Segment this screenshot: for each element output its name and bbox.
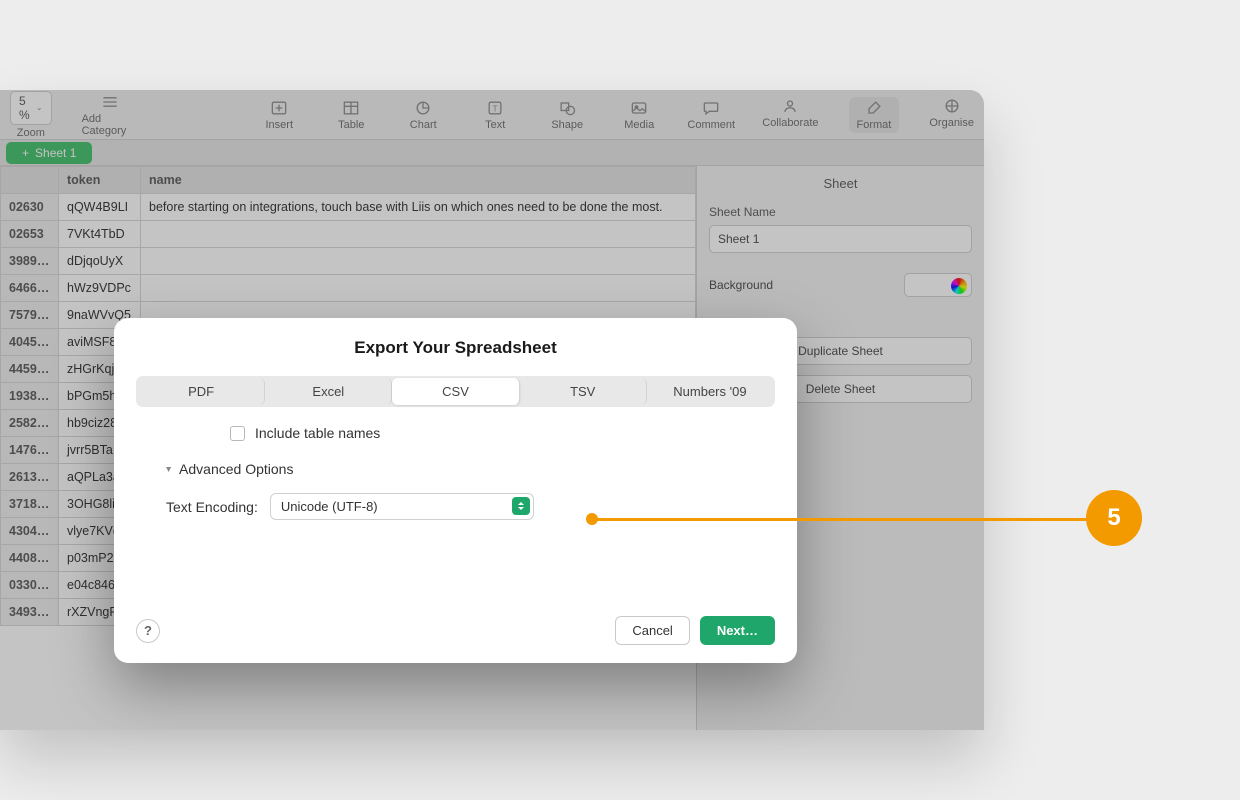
cell-name[interactable]	[141, 275, 696, 302]
callout-connector	[590, 518, 1092, 521]
sheet-tabbar: Sheet 1	[0, 140, 984, 166]
chevron-down-icon: ▸	[163, 466, 174, 471]
export-dialog: Export Your Spreadsheet PDFExcelCSVTSVNu…	[114, 318, 797, 663]
svg-text:T: T	[493, 103, 498, 113]
text-encoding-label: Text Encoding:	[166, 499, 258, 515]
cell-id[interactable]: 02653	[1, 221, 59, 248]
cell-id[interactable]: 440803	[1, 545, 59, 572]
dialog-title: Export Your Spreadsheet	[136, 338, 775, 358]
text-encoding-select[interactable]: Unicode (UTF-8)	[270, 493, 534, 520]
tb-table[interactable]: Table	[330, 99, 372, 131]
background-label: Background	[709, 278, 773, 292]
callout-anchor-dot	[586, 513, 598, 525]
zoom-control[interactable]: 5 % ⌄ Zoom	[10, 91, 52, 139]
cell-name[interactable]	[141, 248, 696, 275]
org-icon	[942, 97, 962, 115]
format-tab-excel[interactable]: Excel	[265, 378, 392, 405]
cell-name[interactable]	[141, 221, 696, 248]
media-icon	[629, 99, 649, 117]
tb-organise[interactable]: Organise	[929, 97, 974, 133]
tb-chart[interactable]: Chart	[402, 99, 444, 131]
person-icon	[780, 97, 800, 115]
cell-id[interactable]: 646669	[1, 275, 59, 302]
cell-id[interactable]: 349354	[1, 599, 59, 626]
next-button[interactable]: Next…	[700, 616, 775, 645]
background-color-well[interactable]	[904, 273, 972, 297]
include-table-names-label: Include table names	[255, 425, 380, 441]
cell-id[interactable]: 258211	[1, 410, 59, 437]
cell-id[interactable]: 193863	[1, 383, 59, 410]
cancel-button[interactable]: Cancel	[615, 616, 689, 645]
cell-id[interactable]: 398978	[1, 248, 59, 275]
zoom-label: Zoom	[17, 127, 45, 139]
cell-name[interactable]: before starting on integrations, touch b…	[141, 194, 696, 221]
advanced-options-disclosure[interactable]: ▸ Advanced Options	[166, 461, 719, 477]
table-row[interactable]: 026537VKt4TbD	[1, 221, 696, 248]
tb-text[interactable]: T Text	[474, 99, 516, 131]
cell-token[interactable]: hWz9VDPc	[59, 275, 141, 302]
tb-shape[interactable]: Shape	[546, 99, 588, 131]
tb-comment[interactable]: Comment	[690, 99, 732, 131]
cell-id[interactable]: 033042	[1, 572, 59, 599]
cell-id[interactable]: 404578	[1, 329, 59, 356]
table-icon	[341, 99, 361, 117]
brush-icon	[864, 99, 884, 117]
col-header-name[interactable]: name	[141, 167, 696, 194]
inspector-title: Sheet	[709, 176, 972, 191]
pie-icon	[413, 99, 433, 117]
include-table-names-checkbox[interactable]	[230, 426, 245, 441]
callout-badge: 5	[1086, 490, 1142, 546]
comment-icon	[701, 99, 721, 117]
select-stepper-icon	[512, 497, 530, 515]
list-icon	[100, 93, 120, 111]
table-row[interactable]: 646669hWz9VDPc	[1, 275, 696, 302]
format-tab-pdf[interactable]: PDF	[138, 378, 265, 405]
table-row[interactable]: 02630qQW4B9LIbefore starting on integrat…	[1, 194, 696, 221]
cell-id[interactable]: 371843	[1, 491, 59, 518]
cell-token[interactable]: 7VKt4TbD	[59, 221, 141, 248]
help-button[interactable]: ?	[136, 619, 160, 643]
format-tab-tsv[interactable]: TSV	[520, 378, 647, 405]
col-header-blank[interactable]	[1, 167, 59, 194]
col-header-token[interactable]: token	[59, 167, 141, 194]
format-tab-csv[interactable]: CSV	[392, 378, 519, 405]
cell-id[interactable]: 261352	[1, 464, 59, 491]
shape-icon	[557, 99, 577, 117]
cell-id[interactable]: 445943	[1, 356, 59, 383]
cell-token[interactable]: dDjqoUyX	[59, 248, 141, 275]
tb-insert[interactable]: Insert	[258, 99, 300, 131]
cell-id[interactable]: 02630	[1, 194, 59, 221]
chevron-down-icon: ⌄	[36, 103, 43, 112]
tb-format[interactable]: Format	[849, 97, 900, 133]
cell-id[interactable]: 757990	[1, 302, 59, 329]
cell-token[interactable]: qQW4B9LI	[59, 194, 141, 221]
zoom-value: 5 %	[19, 94, 32, 122]
sheet-tab-active[interactable]: Sheet 1	[6, 142, 92, 164]
toolbar: 5 % ⌄ Zoom Add Category Insert Table Cha…	[0, 90, 984, 140]
tb-add-category[interactable]: Add Category	[82, 93, 139, 137]
cell-id[interactable]: 430446	[1, 518, 59, 545]
tb-media[interactable]: Media	[618, 99, 660, 131]
plus-box-icon	[269, 99, 289, 117]
cell-id[interactable]: 147678	[1, 437, 59, 464]
tb-collaborate[interactable]: Collaborate	[762, 97, 818, 133]
text-icon: T	[485, 99, 505, 117]
sheet-name-label: Sheet Name	[709, 205, 972, 219]
format-tab-numbers-09[interactable]: Numbers '09	[647, 378, 773, 405]
sheet-name-input[interactable]	[709, 225, 972, 253]
format-segmented[interactable]: PDFExcelCSVTSVNumbers '09	[136, 376, 775, 407]
table-row[interactable]: 398978dDjqoUyX	[1, 248, 696, 275]
